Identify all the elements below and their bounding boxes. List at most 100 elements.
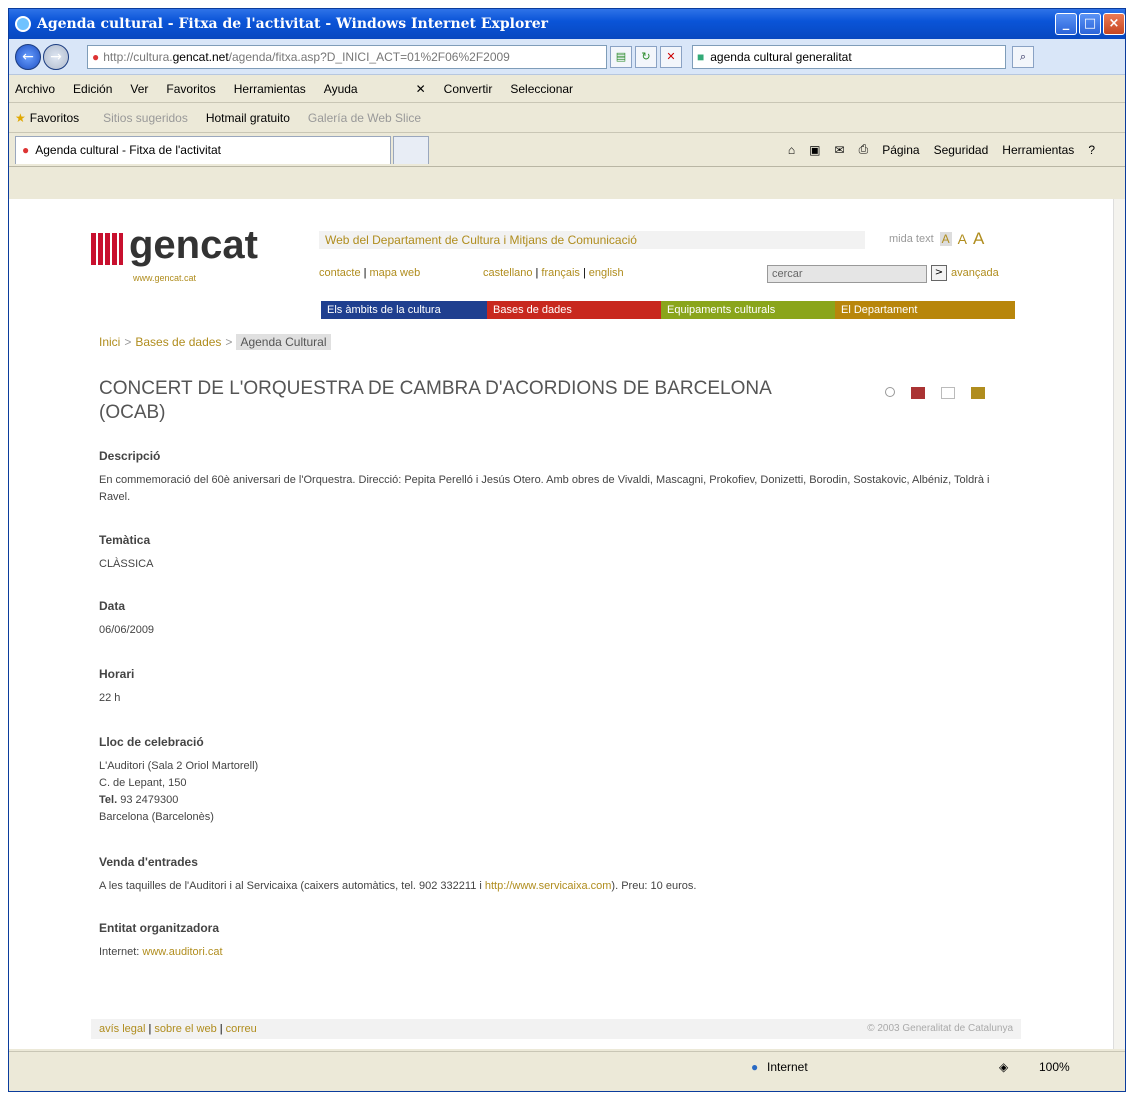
stop-icon[interactable]: ✕ bbox=[660, 45, 682, 68]
text-size-small[interactable]: A bbox=[939, 232, 952, 246]
new-tab-button[interactable] bbox=[393, 135, 429, 164]
convertir-button[interactable]: Convertir bbox=[444, 82, 493, 96]
senyera-icon bbox=[91, 233, 123, 265]
sobre-web-link[interactable]: sobre el web bbox=[154, 1023, 216, 1035]
gencat-logo[interactable]: gencat www.gencat.cat bbox=[91, 223, 281, 289]
tematica-section: Temàtica CLÀSSICA bbox=[99, 533, 154, 570]
mapa-web-link[interactable]: mapa web bbox=[369, 267, 420, 279]
window-title: Agenda cultural - Fitxa de l'activitat -… bbox=[37, 16, 548, 32]
nav-departament[interactable]: El Departament bbox=[835, 301, 1015, 319]
text-size-medium[interactable]: A bbox=[958, 231, 967, 247]
nav-equipaments[interactable]: Equipaments culturals bbox=[661, 301, 835, 319]
cmd-seguridad[interactable]: Seguridad bbox=[934, 143, 989, 157]
crumb-current: Agenda Cultural bbox=[236, 334, 331, 350]
menu-bar: Archivo Edición Ver Favoritos Herramient… bbox=[9, 75, 1125, 103]
forward-button[interactable]: → bbox=[43, 43, 69, 70]
crumb-bases[interactable]: Bases de dades bbox=[135, 335, 221, 349]
correu-link[interactable]: correu bbox=[226, 1023, 257, 1035]
cmd-pagina[interactable]: Página bbox=[882, 143, 919, 157]
text-size-large[interactable]: A bbox=[973, 229, 984, 249]
menu-herramientas[interactable]: Herramientas bbox=[234, 82, 306, 96]
site-search-input[interactable]: cercar bbox=[767, 265, 927, 283]
site-icon: ● bbox=[92, 49, 100, 64]
seleccionar-button[interactable]: Seleccionar bbox=[510, 82, 573, 96]
zone-label: Internet bbox=[767, 1060, 808, 1074]
tab-row: ● Agenda cultural - Fitxa de l'activitat… bbox=[9, 133, 1125, 167]
favorites-bar: ★ Favoritos Sitios sugeridos Hotmail gra… bbox=[9, 103, 1125, 133]
entitat-section: Entitat organitzadora Internet: www.audi… bbox=[99, 921, 223, 958]
menu-ayuda[interactable]: Ayuda bbox=[324, 82, 358, 96]
department-header: Web del Departament de Cultura i Mitjans… bbox=[319, 231, 865, 249]
print-icon[interactable]: ⎙ bbox=[859, 142, 869, 157]
page-footer: avís legal | sobre el web | correu © 2003 Ge… bbox=[91, 1019, 1021, 1039]
refresh-icon[interactable]: ↻ bbox=[635, 45, 657, 68]
galeria-link[interactable]: Galería de Web Slice bbox=[308, 111, 421, 125]
menu-ver[interactable]: Ver bbox=[130, 82, 148, 96]
language-links: castellano | français | english bbox=[483, 267, 624, 279]
advanced-search-link[interactable]: avançada bbox=[951, 267, 999, 279]
data-section: Data 06/06/2009 bbox=[99, 599, 155, 636]
address-row: ← → ● http://cultura. gencat.net/agenda/f… bbox=[9, 39, 1125, 75]
minimize-button[interactable]: _ bbox=[1055, 13, 1077, 35]
search-input[interactable]: ■ agenda cultural generalitat bbox=[692, 44, 1006, 69]
menu-archivo[interactable]: Archivo bbox=[15, 82, 55, 96]
breadcrumb: Inici > Bases de dades > Agenda Cultural bbox=[99, 334, 331, 350]
copyright: © 2003 Generalitat de Catalunya bbox=[867, 1023, 1013, 1034]
zoom-level[interactable]: 100% bbox=[1039, 1060, 1070, 1074]
protected-mode-icon[interactable]: ◈ bbox=[999, 1060, 1008, 1074]
hotmail-link[interactable]: Hotmail gratuito bbox=[206, 111, 290, 125]
close-toolbar-icon[interactable]: ✕ bbox=[416, 82, 426, 96]
utility-links: contacte | mapa web bbox=[319, 267, 421, 279]
status-bar: ● Internet ◈ 100% bbox=[9, 1051, 1125, 1081]
castellano-link[interactable]: castellano bbox=[483, 267, 533, 279]
tab-active[interactable]: ● Agenda cultural - Fitxa de l'activitat bbox=[15, 135, 391, 164]
descripcio-section: Descripció En commemoració del 60è anive… bbox=[99, 449, 990, 503]
avis-legal-link[interactable]: avís legal bbox=[99, 1023, 145, 1035]
vertical-scrollbar[interactable] bbox=[1113, 199, 1125, 1049]
contacte-link[interactable]: contacte bbox=[319, 267, 361, 279]
share-icon[interactable] bbox=[911, 387, 925, 399]
favorites-button[interactable]: Favoritos bbox=[30, 111, 79, 125]
event-title: CONCERT DE L'ORQUESTRA DE CAMBRA D'ACORD… bbox=[99, 378, 771, 423]
page-tools bbox=[885, 387, 1001, 399]
title-bar: Agenda cultural - Fitxa de l'activitat -… bbox=[9, 9, 1125, 39]
page-viewport: gencat www.gencat.cat Web del Departamen… bbox=[9, 199, 1113, 1049]
zoom-icon[interactable] bbox=[885, 387, 895, 397]
francais-link[interactable]: français bbox=[541, 267, 580, 279]
menu-favoritos[interactable]: Favoritos bbox=[166, 82, 215, 96]
page-content: gencat www.gencat.cat Web del Departamen… bbox=[91, 199, 1021, 1049]
address-bar[interactable]: ● http://cultura. gencat.net/agenda/fitxa… bbox=[87, 44, 607, 69]
venda-section: Venda d'entrades A les taquilles de l'Au… bbox=[99, 855, 697, 892]
menu-edicion[interactable]: Edición bbox=[73, 82, 112, 96]
servicaixa-link[interactable]: http://www.servicaixa.com bbox=[485, 880, 612, 892]
search-go-button[interactable]: > bbox=[931, 265, 947, 281]
english-link[interactable]: english bbox=[589, 267, 624, 279]
compat-view-icon[interactable]: ▤ bbox=[610, 45, 632, 68]
horari-section: Horari 22 h bbox=[99, 667, 135, 704]
tab-site-icon: ● bbox=[22, 143, 30, 157]
globe-icon: ● bbox=[751, 1060, 759, 1074]
auditori-link[interactable]: www.auditori.cat bbox=[142, 946, 222, 958]
browser-window: Agenda cultural - Fitxa de l'activitat -… bbox=[8, 8, 1126, 1092]
sugeridos-link[interactable]: Sitios sugeridos bbox=[103, 111, 188, 125]
crumb-inici[interactable]: Inici bbox=[99, 335, 120, 349]
nav-ambits[interactable]: Els àmbits de la cultura bbox=[321, 301, 487, 319]
print-page-icon[interactable] bbox=[971, 387, 985, 399]
search-icon[interactable]: ⌕ bbox=[1012, 45, 1034, 68]
nav-bases[interactable]: Bases de dades bbox=[487, 301, 661, 319]
back-button[interactable]: ← bbox=[15, 43, 41, 70]
text-size-control: mida text A A A bbox=[889, 229, 985, 249]
close-button[interactable]: × bbox=[1103, 13, 1125, 35]
calendar-icon[interactable] bbox=[941, 387, 955, 399]
home-icon[interactable]: ⌂ bbox=[788, 143, 795, 157]
star-icon: ★ bbox=[15, 110, 26, 125]
feeds-icon[interactable]: ▣ bbox=[809, 143, 820, 157]
ie-icon bbox=[15, 16, 31, 32]
command-bar: ⌂ ▣ ✉ ⎙ Página Seguridad Herramientas ? bbox=[774, 142, 1125, 157]
maximize-button[interactable]: □ bbox=[1079, 13, 1101, 35]
search-provider-icon: ■ bbox=[697, 49, 705, 64]
help-icon[interactable]: ? bbox=[1088, 143, 1095, 157]
section-nav: Els àmbits de la cultura Bases de dades … bbox=[321, 301, 1015, 319]
cmd-herramientas[interactable]: Herramientas bbox=[1002, 143, 1074, 157]
mail-icon[interactable]: ✉ bbox=[835, 143, 845, 157]
